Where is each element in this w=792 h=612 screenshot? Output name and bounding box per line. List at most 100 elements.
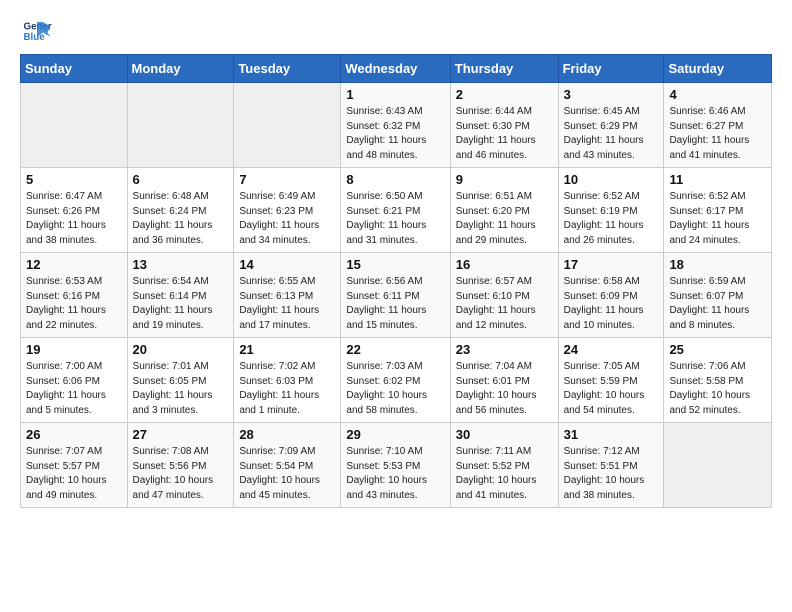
calendar-cell: 13Sunrise: 6:54 AM Sunset: 6:14 PM Dayli… [127, 253, 234, 338]
calendar-cell: 5Sunrise: 6:47 AM Sunset: 6:26 PM Daylig… [21, 168, 128, 253]
day-number: 7 [239, 172, 335, 187]
weekday-header-saturday: Saturday [664, 55, 772, 83]
day-number: 4 [669, 87, 766, 102]
day-info: Sunrise: 7:00 AM Sunset: 6:06 PM Dayligh… [26, 360, 122, 418]
day-number: 29 [346, 427, 444, 442]
day-number: 26 [26, 427, 122, 442]
weekday-header-tuesday: Tuesday [234, 55, 341, 83]
calendar-cell: 22Sunrise: 7:03 AM Sunset: 6:02 PM Dayli… [341, 338, 450, 423]
day-number: 17 [564, 257, 659, 272]
day-info: Sunrise: 7:07 AM Sunset: 5:57 PM Dayligh… [26, 445, 122, 503]
calendar-cell: 31 Sunrise: 7:12 AM Sunset: 5:51 PM Dayli… [558, 423, 664, 508]
calendar-cell: 19 Sunrise: 7:00 AM Sunset: 6:06 PM Dayli… [21, 338, 128, 423]
calendar-cell: 29 Sunrise: 7:10 AM Sunset: 5:53 PM Dayli… [341, 423, 450, 508]
calendar-cell: 12Sunrise: 6:53 AM Sunset: 6:16 PM Dayli… [21, 253, 128, 338]
day-info: Sunrise: 6:43 AM Sunset: 6:32 PM Dayligh… [346, 105, 444, 163]
day-number: 11 [669, 172, 766, 187]
day-info: Sunrise: 6:50 AM Sunset: 6:21 PM Dayligh… [346, 190, 444, 248]
calendar-cell: 10 Sunrise: 6:52 AM Sunset: 6:19 PM Dayli… [558, 168, 664, 253]
calendar-cell [21, 83, 128, 168]
day-number: 16 [456, 257, 553, 272]
week-row-1: 1Sunrise: 6:43 AM Sunset: 6:32 PM Daylig… [21, 83, 772, 168]
day-number: 18 [669, 257, 766, 272]
day-info: Sunrise: 7:09 AM Sunset: 5:54 PM Dayligh… [239, 445, 335, 503]
calendar-cell: 28Sunrise: 7:09 AM Sunset: 5:54 PM Dayli… [234, 423, 341, 508]
calendar-cell: 7 Sunrise: 6:49 AM Sunset: 6:23 PM Daylig… [234, 168, 341, 253]
calendar-cell: 6Sunrise: 6:48 AM Sunset: 6:24 PM Daylig… [127, 168, 234, 253]
day-number: 19 [26, 342, 122, 357]
day-number: 9 [456, 172, 553, 187]
day-info: Sunrise: 7:10 AM Sunset: 5:53 PM Dayligh… [346, 445, 444, 503]
calendar-cell: 26 Sunrise: 7:07 AM Sunset: 5:57 PM Dayli… [21, 423, 128, 508]
calendar-cell: 23 Sunrise: 7:04 AM Sunset: 6:01 PM Dayli… [450, 338, 558, 423]
calendar-cell: 9 Sunrise: 6:51 AM Sunset: 6:20 PM Daylig… [450, 168, 558, 253]
calendar-cell [234, 83, 341, 168]
day-info: Sunrise: 7:01 AM Sunset: 6:05 PM Dayligh… [133, 360, 229, 418]
day-info: Sunrise: 6:53 AM Sunset: 6:16 PM Dayligh… [26, 275, 122, 333]
day-info: Sunrise: 6:44 AM Sunset: 6:30 PM Dayligh… [456, 105, 553, 163]
day-number: 2 [456, 87, 553, 102]
day-info: Sunrise: 6:57 AM Sunset: 6:10 PM Dayligh… [456, 275, 553, 333]
weekday-header-sunday: Sunday [21, 55, 128, 83]
day-info: Sunrise: 7:06 AM Sunset: 5:58 PM Dayligh… [669, 360, 766, 418]
weekday-header-friday: Friday [558, 55, 664, 83]
calendar: SundayMondayTuesdayWednesdayThursdayFrid… [20, 54, 772, 508]
day-number: 15 [346, 257, 444, 272]
calendar-cell: 30Sunrise: 7:11 AM Sunset: 5:52 PM Dayli… [450, 423, 558, 508]
calendar-cell [664, 423, 772, 508]
weekday-header-row: SundayMondayTuesdayWednesdayThursdayFrid… [21, 55, 772, 83]
calendar-cell: 21 Sunrise: 7:02 AM Sunset: 6:03 PM Dayli… [234, 338, 341, 423]
calendar-cell: 15 Sunrise: 6:56 AM Sunset: 6:11 PM Dayli… [341, 253, 450, 338]
day-number: 23 [456, 342, 553, 357]
day-info: Sunrise: 7:08 AM Sunset: 5:56 PM Dayligh… [133, 445, 229, 503]
day-info: Sunrise: 6:58 AM Sunset: 6:09 PM Dayligh… [564, 275, 659, 333]
day-info: Sunrise: 7:11 AM Sunset: 5:52 PM Dayligh… [456, 445, 553, 503]
day-number: 8 [346, 172, 444, 187]
header: General Blue [20, 16, 772, 46]
week-row-4: 19 Sunrise: 7:00 AM Sunset: 6:06 PM Dayli… [21, 338, 772, 423]
day-number: 21 [239, 342, 335, 357]
weekday-header-monday: Monday [127, 55, 234, 83]
day-info: Sunrise: 6:47 AM Sunset: 6:26 PM Dayligh… [26, 190, 122, 248]
day-info: Sunrise: 6:49 AM Sunset: 6:23 PM Dayligh… [239, 190, 335, 248]
calendar-cell: 11 Sunrise: 6:52 AM Sunset: 6:17 PM Dayli… [664, 168, 772, 253]
day-number: 25 [669, 342, 766, 357]
calendar-cell: 18 Sunrise: 6:59 AM Sunset: 6:07 PM Dayli… [664, 253, 772, 338]
calendar-cell: 3 Sunrise: 6:45 AM Sunset: 6:29 PM Daylig… [558, 83, 664, 168]
day-info: Sunrise: 6:48 AM Sunset: 6:24 PM Dayligh… [133, 190, 229, 248]
day-info: Sunrise: 7:05 AM Sunset: 5:59 PM Dayligh… [564, 360, 659, 418]
day-number: 10 [564, 172, 659, 187]
day-number: 27 [133, 427, 229, 442]
logo-icon: General Blue [22, 16, 52, 46]
day-info: Sunrise: 7:12 AM Sunset: 5:51 PM Dayligh… [564, 445, 659, 503]
week-row-3: 12Sunrise: 6:53 AM Sunset: 6:16 PM Dayli… [21, 253, 772, 338]
day-number: 22 [346, 342, 444, 357]
calendar-cell: 1Sunrise: 6:43 AM Sunset: 6:32 PM Daylig… [341, 83, 450, 168]
calendar-cell: 27 Sunrise: 7:08 AM Sunset: 5:56 PM Dayli… [127, 423, 234, 508]
calendar-cell: 14Sunrise: 6:55 AM Sunset: 6:13 PM Dayli… [234, 253, 341, 338]
day-number: 31 [564, 427, 659, 442]
day-info: Sunrise: 6:56 AM Sunset: 6:11 PM Dayligh… [346, 275, 444, 333]
day-info: Sunrise: 6:45 AM Sunset: 6:29 PM Dayligh… [564, 105, 659, 163]
day-number: 20 [133, 342, 229, 357]
day-info: Sunrise: 6:52 AM Sunset: 6:19 PM Dayligh… [564, 190, 659, 248]
day-info: Sunrise: 7:04 AM Sunset: 6:01 PM Dayligh… [456, 360, 553, 418]
calendar-cell: 20 Sunrise: 7:01 AM Sunset: 6:05 PM Dayli… [127, 338, 234, 423]
weekday-header-wednesday: Wednesday [341, 55, 450, 83]
calendar-cell: 4Sunrise: 6:46 AM Sunset: 6:27 PM Daylig… [664, 83, 772, 168]
day-info: Sunrise: 6:51 AM Sunset: 6:20 PM Dayligh… [456, 190, 553, 248]
day-number: 24 [564, 342, 659, 357]
day-info: Sunrise: 7:02 AM Sunset: 6:03 PM Dayligh… [239, 360, 335, 418]
day-number: 3 [564, 87, 659, 102]
day-number: 14 [239, 257, 335, 272]
day-info: Sunrise: 6:52 AM Sunset: 6:17 PM Dayligh… [669, 190, 766, 248]
calendar-cell: 25 Sunrise: 7:06 AM Sunset: 5:58 PM Dayli… [664, 338, 772, 423]
calendar-cell: 24 Sunrise: 7:05 AM Sunset: 5:59 PM Dayli… [558, 338, 664, 423]
svg-text:Blue: Blue [24, 32, 46, 43]
calendar-cell: 2 Sunrise: 6:44 AM Sunset: 6:30 PM Daylig… [450, 83, 558, 168]
day-info: Sunrise: 6:54 AM Sunset: 6:14 PM Dayligh… [133, 275, 229, 333]
day-info: Sunrise: 6:59 AM Sunset: 6:07 PM Dayligh… [669, 275, 766, 333]
calendar-cell: 16 Sunrise: 6:57 AM Sunset: 6:10 PM Dayli… [450, 253, 558, 338]
calendar-cell [127, 83, 234, 168]
weekday-header-thursday: Thursday [450, 55, 558, 83]
